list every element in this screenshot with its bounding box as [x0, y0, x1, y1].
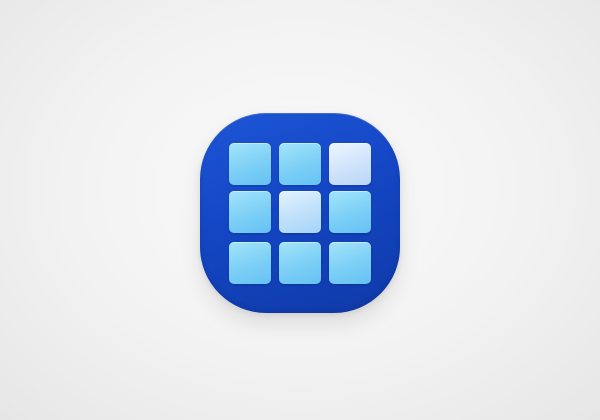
grid-tile-6 [329, 191, 371, 233]
grid-tile-4 [229, 191, 271, 233]
canvas [0, 0, 600, 420]
grid-tile-3 [329, 143, 371, 185]
grid-tile-5 [279, 191, 321, 233]
grid-tile-1 [229, 143, 271, 185]
grid-tile-8 [279, 242, 321, 284]
grid-tile-2 [279, 143, 321, 185]
grid-tile-7 [229, 242, 271, 284]
grid-app-icon[interactable] [200, 113, 400, 313]
grid-tile-9 [329, 242, 371, 284]
